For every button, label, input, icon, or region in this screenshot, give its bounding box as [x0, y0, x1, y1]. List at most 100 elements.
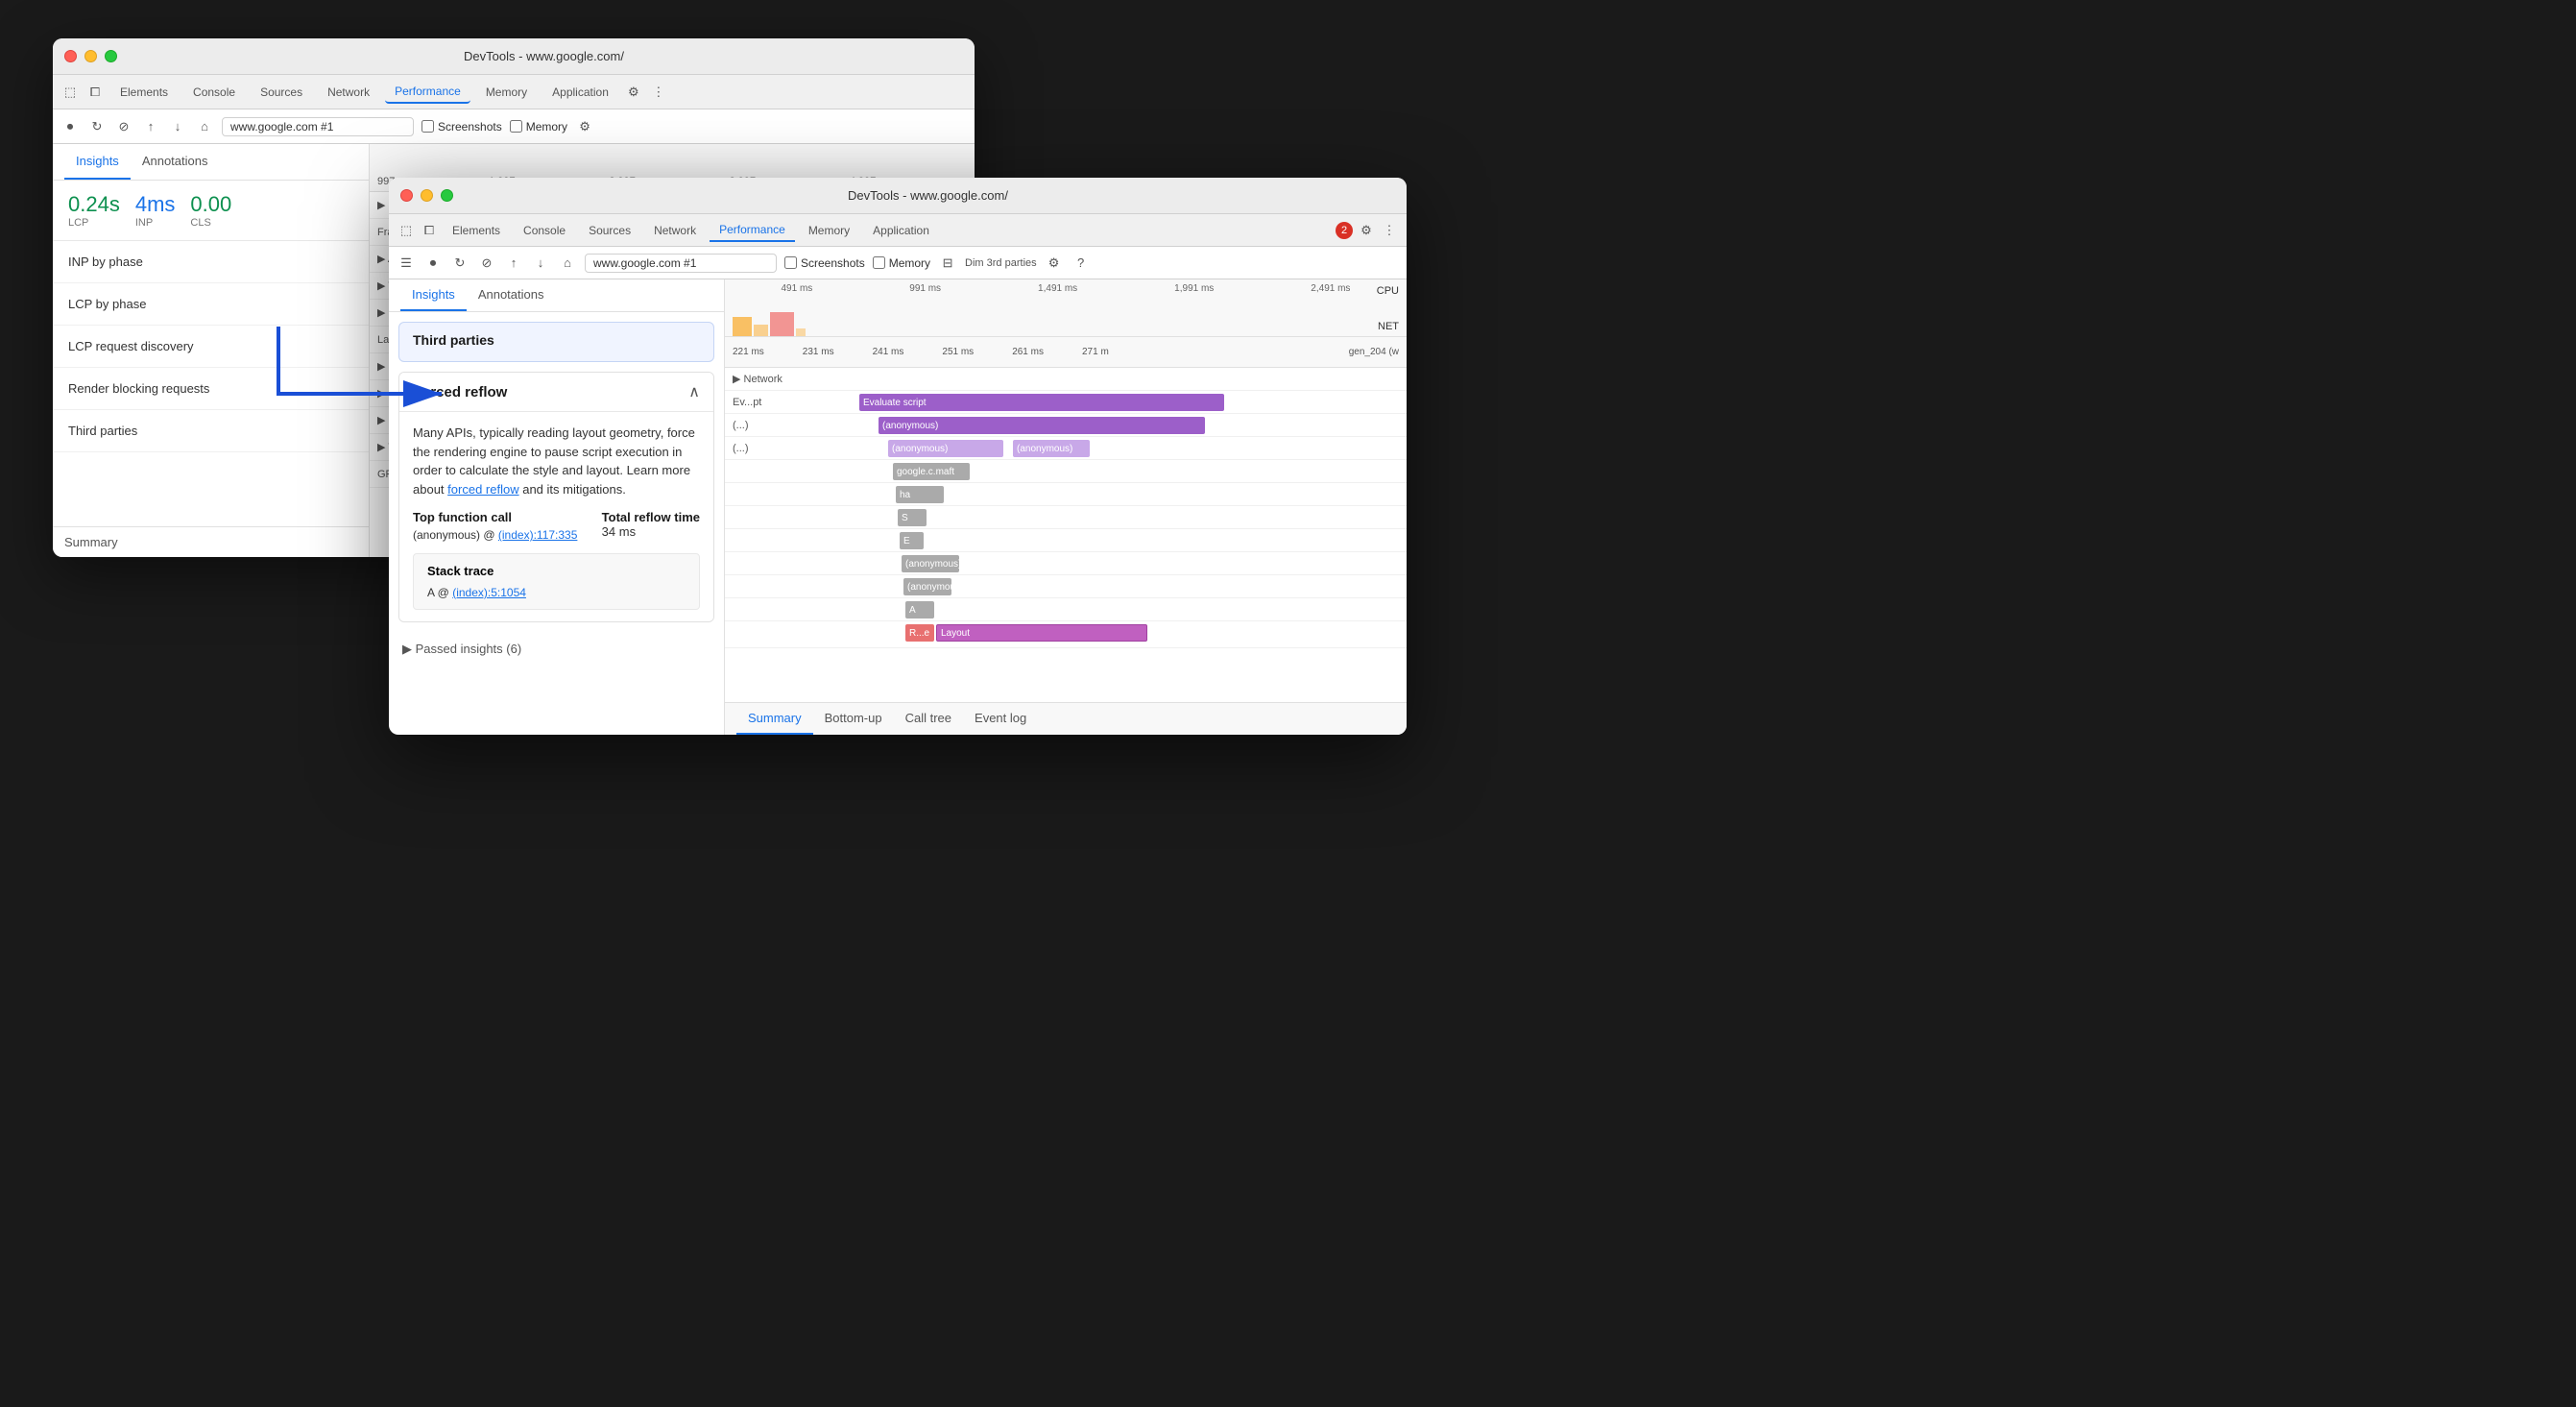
front-overview-chart[interactable]: CPU NET 491 ms 991 ms 1,491 ms 1,991 ms …	[725, 279, 1407, 337]
detail-tick-2: 231 ms	[803, 347, 834, 357]
back-metrics-row: 0.24s LCP 4ms INP 0.00 CLS	[53, 181, 369, 241]
tab-memory-back[interactable]: Memory	[476, 82, 537, 103]
record-icon-back[interactable]: ⏺	[60, 117, 80, 136]
settings2-back[interactable]: ⚙	[575, 117, 594, 136]
tab-application-front[interactable]: Application	[863, 220, 939, 241]
tab-console-front[interactable]: Console	[514, 220, 575, 241]
tab-annotations-front[interactable]: Annotations	[467, 279, 556, 311]
a-bar[interactable]: A	[905, 601, 934, 619]
s-bar[interactable]: S	[898, 509, 927, 526]
anon-bar-4[interactable]: (anonymous)	[902, 555, 959, 572]
download-icon-back[interactable]: ↓	[168, 117, 187, 136]
tab-elements-front[interactable]: Elements	[443, 220, 510, 241]
third-parties-section[interactable]: Third parties	[398, 322, 714, 362]
tab-eventlog-front[interactable]: Event log	[963, 703, 1038, 735]
a-content: A	[802, 598, 1407, 620]
back-summary-tab[interactable]: Summary	[53, 526, 369, 557]
home-icon-back[interactable]: ⌂	[195, 117, 214, 136]
insight-inp-phase-back[interactable]: INP by phase	[53, 241, 369, 283]
gcmaft-bar[interactable]: google.c.maft	[893, 463, 970, 480]
tab-summary-front[interactable]: Summary	[736, 703, 813, 735]
device-icon[interactable]: ⧠	[85, 83, 105, 102]
layout-content: R...e Layout	[802, 621, 1407, 647]
more-back[interactable]: ⋮	[649, 83, 668, 102]
passed-insights[interactable]: ▶ Passed insights (6)	[389, 632, 724, 667]
tab-bottomup-front[interactable]: Bottom-up	[813, 703, 894, 735]
inp-metric-back: 4ms INP	[135, 192, 176, 229]
upload-icon-front[interactable]: ↑	[504, 254, 523, 273]
tab-sources-back[interactable]: Sources	[251, 82, 312, 103]
stop-icon-front[interactable]: ⊘	[477, 254, 496, 273]
memory-checkbox-front[interactable]: Memory	[873, 256, 930, 270]
evaluate-script-bar[interactable]: Evaluate script	[859, 394, 1224, 411]
minimize-button-back[interactable]	[84, 50, 97, 62]
home-icon-front[interactable]: ⌂	[558, 254, 577, 273]
fr-top-function: Top function call (anonymous) @ (index):…	[413, 510, 577, 542]
device-icon-front[interactable]: ⧠	[420, 221, 439, 240]
maximize-button-back[interactable]	[105, 50, 117, 62]
reload-icon-front[interactable]: ↻	[450, 254, 469, 273]
forced-reflow-body: Many APIs, typically reading layout geom…	[399, 412, 713, 621]
tab-insights-front[interactable]: Insights	[400, 279, 467, 311]
anon-bar-2[interactable]: (anonymous)	[888, 440, 1003, 457]
insight-third-parties-back[interactable]: Third parties	[53, 410, 369, 452]
tab-performance-back[interactable]: Performance	[385, 81, 470, 104]
back-address-bar: ⏺ ↻ ⊘ ↑ ↓ ⌂ www.google.com #1 Screenshot…	[53, 109, 975, 144]
record-icon-front[interactable]: ⏺	[423, 254, 443, 273]
inspector-icon[interactable]: ⬚	[60, 83, 80, 102]
anon-2-content: (anonymous) (anonymous)	[802, 437, 1407, 459]
tab-insights-back[interactable]: Insights	[64, 144, 131, 180]
close-button-back[interactable]	[64, 50, 77, 62]
tab-sources-front[interactable]: Sources	[579, 220, 640, 241]
e-bar[interactable]: E	[900, 532, 924, 549]
screenshots-checkbox-back[interactable]: Screenshots	[421, 120, 502, 133]
settings-back[interactable]: ⚙	[624, 83, 643, 102]
more-front[interactable]: ⋮	[1380, 221, 1399, 240]
tab-annotations-back[interactable]: Annotations	[131, 144, 220, 180]
forced-reflow-header[interactable]: Forced reflow ∧	[399, 373, 713, 412]
inspector-icon-front[interactable]: ⬚	[397, 221, 416, 240]
tab-network-front[interactable]: Network	[644, 220, 706, 241]
detail-tick-1: 221 ms	[733, 347, 764, 357]
layout-bar[interactable]: Layout	[936, 624, 1147, 642]
cls-value-back: 0.00	[190, 192, 231, 217]
insight-lcp-request-back[interactable]: LCP request discovery	[53, 326, 369, 368]
settings-front[interactable]: ⚙	[1357, 221, 1376, 240]
collapse-icon[interactable]: ∧	[688, 382, 700, 401]
maximize-button-front[interactable]	[441, 189, 453, 202]
tab-performance-front[interactable]: Performance	[710, 219, 795, 242]
stack-link[interactable]: (index):5:1054	[452, 586, 526, 599]
ha-bar[interactable]: ha	[896, 486, 944, 503]
screenshots-checkbox-front[interactable]: Screenshots	[784, 256, 865, 270]
address-input-front[interactable]: www.google.com #1	[585, 254, 777, 273]
forced-reflow-link[interactable]: forced reflow	[447, 482, 518, 497]
stop-icon-back[interactable]: ⊘	[114, 117, 133, 136]
anon-bar-3[interactable]: (anonymous)	[1013, 440, 1090, 457]
insight-render-blocking-back[interactable]: Render blocking requests	[53, 368, 369, 410]
memory-checkbox-back[interactable]: Memory	[510, 120, 567, 133]
reload-icon-back[interactable]: ↻	[87, 117, 107, 136]
tab-network-back[interactable]: Network	[318, 82, 379, 103]
close-button-front[interactable]	[400, 189, 413, 202]
cpu-throttle-icon[interactable]: ⊟	[938, 254, 957, 273]
stack-item-a: A @ (index):5:1054	[427, 586, 686, 599]
sidebar-icon-front[interactable]: ☰	[397, 254, 416, 273]
tab-elements-back[interactable]: Elements	[110, 82, 178, 103]
anon-4-content: (anonymous)	[802, 575, 1407, 597]
minimize-button-front[interactable]	[421, 189, 433, 202]
upload-icon-back[interactable]: ↑	[141, 117, 160, 136]
track-gcmaft: google.c.maft	[725, 460, 1407, 483]
tab-console-back[interactable]: Console	[183, 82, 245, 103]
fr-function-link[interactable]: (index):117:335	[498, 528, 578, 542]
tab-application-back[interactable]: Application	[542, 82, 618, 103]
tab-calltree-front[interactable]: Call tree	[894, 703, 963, 735]
anon-bar-1[interactable]: (anonymous)	[879, 417, 1205, 434]
reflow-start-bar[interactable]: R...e	[905, 624, 934, 642]
download-icon-front[interactable]: ↓	[531, 254, 550, 273]
insight-lcp-phase-back[interactable]: LCP by phase	[53, 283, 369, 326]
help-icon-front[interactable]: ?	[1071, 254, 1091, 273]
tab-memory-front[interactable]: Memory	[799, 220, 859, 241]
anon-bar-5[interactable]: (anonymous)	[903, 578, 951, 595]
address-input-back[interactable]: www.google.com #1	[222, 117, 414, 136]
settings3-front[interactable]: ⚙	[1045, 254, 1064, 273]
